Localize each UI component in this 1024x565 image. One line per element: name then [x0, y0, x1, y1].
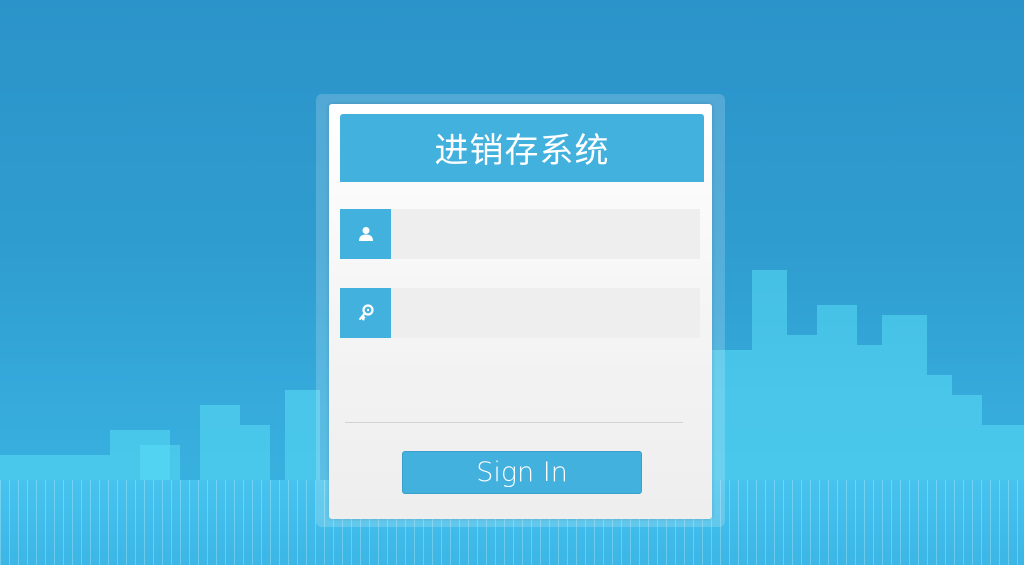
sign-in-button[interactable]: Sign In: [402, 451, 642, 494]
key-icon: [340, 288, 391, 338]
password-input[interactable]: [391, 288, 700, 338]
username-row: [340, 209, 700, 259]
login-panel: 进销存系统 Sign In: [329, 104, 712, 519]
app-title: 进销存系统: [434, 130, 610, 171]
divider: [345, 422, 683, 423]
username-input[interactable]: [391, 209, 700, 259]
login-header: 进销存系统: [340, 114, 704, 182]
user-icon: [340, 209, 391, 259]
password-row: [340, 288, 700, 338]
